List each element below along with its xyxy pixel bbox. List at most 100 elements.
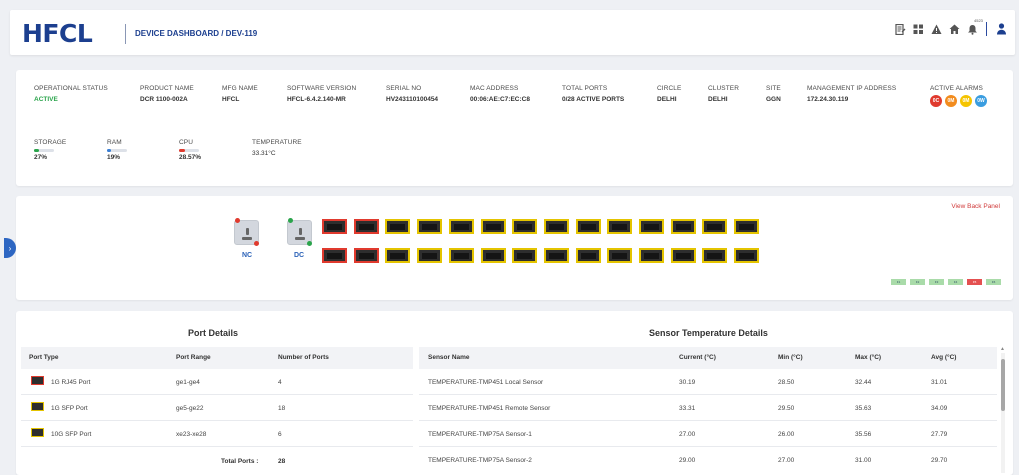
sensor-avg: 34.09	[931, 405, 948, 412]
bell-icon[interactable]: 4523	[966, 18, 983, 35]
sensor-min: 27.00	[778, 457, 795, 464]
port-count: 4	[278, 379, 282, 386]
sensor-table-scrollbar[interactable]	[1001, 353, 1005, 473]
column-header[interactable]: Max (°C)	[855, 354, 881, 361]
port-socket	[707, 253, 723, 259]
chevron-right-icon: ›	[8, 243, 12, 253]
home-icon[interactable]	[948, 23, 960, 35]
table-row[interactable]: 10G SFP Port xe23-xe28 6	[21, 421, 413, 447]
field-label: TOTAL PORTS	[562, 85, 608, 92]
field-site: SITE GGN	[766, 85, 781, 103]
table-row[interactable]: TEMPERATURE-TMP75A Sensor-1 27.00 26.00 …	[419, 421, 997, 447]
field-serial-no: SERIAL NO HV243110100454	[386, 85, 438, 103]
field-label: MANAGEMENT IP ADDRESS	[807, 85, 897, 92]
field-label: SOFTWARE VERSION	[287, 85, 357, 92]
table-row[interactable]: TEMPERATURE-TMP451 Remote Sensor 33.31 2…	[419, 395, 997, 421]
minor-alarm-badge[interactable]: 0M	[960, 95, 972, 107]
scroll-up-icon[interactable]: ▲	[1000, 346, 1005, 352]
psu-nc-status-dot	[235, 218, 240, 223]
sfp-port-bottom-5[interactable]	[448, 248, 474, 263]
sensor-name: TEMPERATURE-TMP75A Sensor-2	[428, 457, 532, 464]
field-total-ports: TOTAL PORTS 0/28 ACTIVE PORTS	[562, 85, 624, 103]
top-header: HFCL DEVICE DASHBOARD / DEV-119 4523	[10, 10, 1015, 55]
sfp-port-bottom-12[interactable]	[670, 248, 696, 263]
column-header[interactable]: Port Type	[29, 354, 59, 361]
grid-icon[interactable]	[912, 23, 924, 35]
sensor-min: 29.50	[778, 405, 795, 412]
ram-bar	[107, 149, 127, 152]
sfp-port-top-5[interactable]	[448, 219, 474, 234]
field-value: HFCL	[222, 96, 240, 103]
sidebar-toggle[interactable]: ›	[4, 238, 16, 258]
hfcl-logo[interactable]: HFCL	[22, 19, 93, 48]
column-header[interactable]: Sensor Name	[428, 354, 470, 361]
rj45-port-top-1[interactable]	[322, 219, 347, 234]
field-value: 0/28 ACTIVE PORTS	[562, 96, 625, 103]
sfp-port-bottom-7[interactable]	[512, 248, 538, 263]
psu-dc-status-dot-2	[307, 241, 312, 246]
sfp-port-bottom-13[interactable]	[702, 248, 728, 263]
led-indicator: F5	[967, 279, 982, 285]
sfp-port-icon	[31, 402, 44, 411]
field-value: DCR 1100-002A	[140, 96, 188, 103]
metric-value: 28.57%	[179, 154, 202, 161]
sfp-port-top-14[interactable]	[734, 219, 760, 234]
sfp-port-bottom-6[interactable]	[480, 248, 506, 263]
column-header[interactable]: Min (°C)	[778, 354, 803, 361]
port-socket	[644, 253, 659, 259]
column-header[interactable]: Current (°C)	[679, 354, 716, 361]
port-count: 18	[278, 405, 286, 412]
sensor-max: 35.63	[855, 405, 872, 412]
sfp-port-top-9[interactable]	[575, 219, 601, 234]
rj45-port-bottom-1[interactable]	[322, 248, 347, 263]
port-table-header: Port Type Port Range Number of Ports	[21, 347, 413, 369]
sfp-port-top-13[interactable]	[702, 219, 728, 234]
sfp-port-top-4[interactable]	[417, 219, 443, 234]
port-socket	[548, 224, 564, 230]
sensor-current: 30.19	[679, 379, 696, 386]
table-row[interactable]: TEMPERATURE-TMP75A Sensor-2 29.00 27.00 …	[419, 447, 997, 473]
sfp-port-top-3[interactable]	[385, 219, 411, 234]
sfp-port-top-10[interactable]	[607, 219, 633, 234]
rj45-port-top-2[interactable]	[353, 219, 379, 234]
details-tables-card: Port Details Port Type Port Range Number…	[16, 311, 1013, 475]
sfp-port-top-7[interactable]	[512, 219, 538, 234]
table-row[interactable]: TEMPERATURE-TMP451 Local Sensor 30.19 28…	[419, 369, 997, 395]
header-icons: 4523	[894, 18, 1007, 36]
sfp-port-bottom-11[interactable]	[639, 248, 664, 263]
port-type: 10G SFP Port	[51, 431, 92, 438]
port-socket	[485, 253, 501, 259]
column-header[interactable]: Number of Ports	[278, 354, 329, 361]
critical-alarm-badge[interactable]: 0C	[930, 95, 942, 107]
report-icon[interactable]	[894, 23, 906, 35]
major-alarm-badge[interactable]: 0M	[945, 95, 957, 107]
sfp-port-bottom-3[interactable]	[385, 248, 411, 263]
led-indicator: F4	[948, 279, 963, 285]
view-back-panel-link[interactable]: View Back Panel	[951, 203, 1000, 210]
rj45-port-bottom-2[interactable]	[353, 248, 379, 263]
sfp-port-top-6[interactable]	[480, 219, 506, 234]
sfp-port-top-8[interactable]	[543, 219, 569, 234]
sfp-port-bottom-10[interactable]	[607, 248, 633, 263]
port-socket	[612, 253, 628, 259]
metric-label: CPU	[179, 139, 194, 146]
psu-label: DC	[294, 252, 305, 259]
port-socket	[580, 253, 596, 259]
warning-alarm-badge[interactable]: 0W	[975, 95, 987, 107]
column-header[interactable]: Port Range	[176, 354, 211, 361]
port-range: ge1-ge4	[176, 379, 200, 386]
table-row[interactable]: 1G SFP Port ge5-ge22 18	[21, 395, 413, 421]
psu-slot	[299, 228, 302, 235]
field-cluster: CLUSTER DELHI	[708, 85, 739, 103]
sfp-port-bottom-14[interactable]	[734, 248, 760, 263]
user-icon[interactable]	[995, 23, 1007, 35]
scrollbar-thumb[interactable]	[1001, 359, 1005, 411]
sfp-port-bottom-8[interactable]	[543, 248, 569, 263]
sfp-port-top-11[interactable]	[639, 219, 664, 234]
sfp-port-bottom-9[interactable]	[575, 248, 601, 263]
table-row[interactable]: 1G RJ45 Port ge1-ge4 4	[21, 369, 413, 395]
warning-icon[interactable]	[930, 23, 942, 35]
column-header[interactable]: Avg (°C)	[931, 354, 956, 361]
sfp-port-top-12[interactable]	[670, 219, 696, 234]
sfp-port-bottom-4[interactable]	[417, 248, 443, 263]
